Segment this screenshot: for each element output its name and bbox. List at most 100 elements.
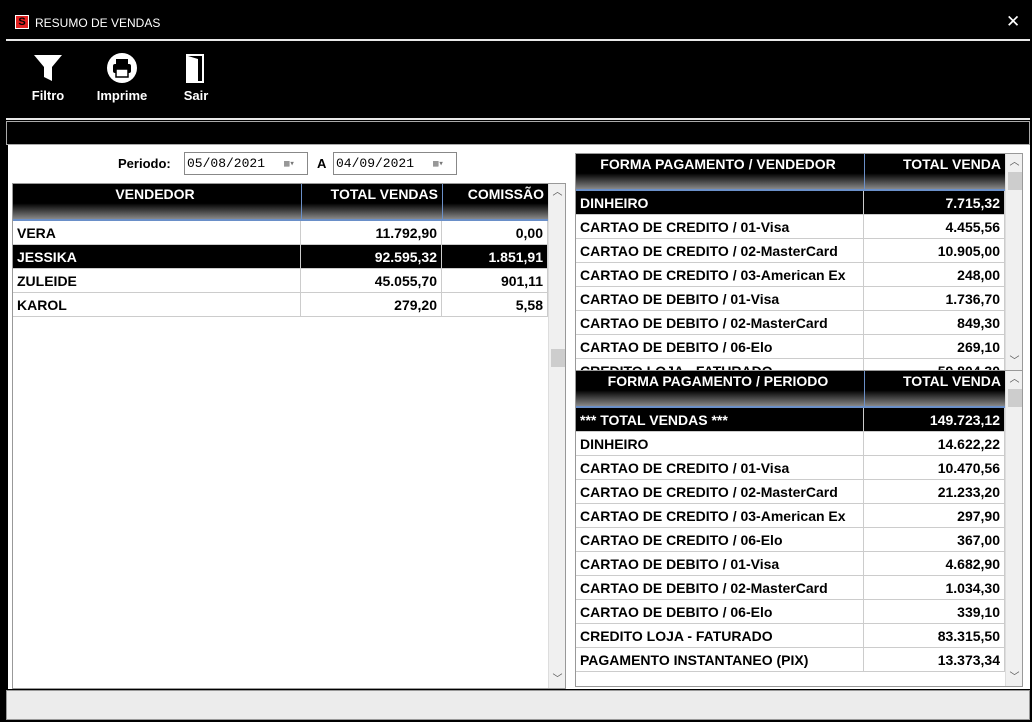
app-logo: S	[15, 15, 29, 29]
exit-door-icon	[186, 54, 204, 83]
column-header[interactable]: TOTAL VENDAS	[301, 184, 442, 221]
vertical-scrollbar[interactable]: ︿ ﹀	[548, 184, 565, 688]
filter-icon	[34, 55, 62, 81]
value-cell: 11.792,90	[301, 221, 442, 245]
status-bar	[6, 690, 1030, 720]
value-cell: 849,30	[864, 311, 1005, 335]
table-row[interactable]: DINHEIRO 14.622,22	[576, 432, 1005, 456]
table-row[interactable]: *** TOTAL VENDAS *** 149.723,12	[576, 408, 1005, 432]
table-row[interactable]: PAGAMENTO INSTANTANEO (PIX) 13.373,34	[576, 648, 1005, 672]
vertical-scrollbar[interactable]: ︿ ﹀	[1005, 154, 1022, 370]
column-header[interactable]: FORMA PAGAMENTO / PERIODO	[576, 371, 864, 408]
value-cell: 7.715,32	[864, 191, 1005, 215]
date-to-picker[interactable]: 04/09/2021 ▦▾	[333, 152, 457, 175]
name-cell: DINHEIRO	[576, 191, 864, 215]
name-cell: CARTAO DE DEBITO / 02-MasterCard	[576, 311, 864, 335]
table-row[interactable]: CARTAO DE DEBITO / 06-Elo 269,10	[576, 335, 1005, 359]
table-row[interactable]: CARTAO DE CREDITO / 02-MasterCard 21.233,…	[576, 480, 1005, 504]
scroll-up-icon[interactable]: ︿	[1006, 371, 1022, 388]
table-row[interactable]: JESSIKA 92.595,32 1.851,91	[13, 245, 548, 269]
scroll-thumb[interactable]	[551, 349, 565, 367]
vertical-scrollbar[interactable]: ︿ ﹀	[1005, 371, 1022, 686]
date-to-value: 04/09/2021	[336, 156, 415, 171]
a-label: A	[317, 156, 327, 171]
name-cell: CARTAO DE DEBITO / 01-Visa	[576, 287, 864, 311]
scroll-thumb[interactable]	[1008, 389, 1022, 407]
close-button[interactable]: ✕	[1006, 12, 1020, 32]
name-cell: CARTAO DE CREDITO / 06-Elo	[576, 528, 864, 552]
table-row[interactable]: CARTAO DE CREDITO / 01-Visa 4.455,56	[576, 215, 1005, 239]
table-row[interactable]: CARTAO DE DEBITO / 02-MasterCard 1.034,30	[576, 576, 1005, 600]
value-cell: 901,11	[442, 269, 548, 293]
table-row[interactable]: KAROL 279,20 5,58	[13, 293, 548, 317]
table-row[interactable]: ZULEIDE 45.055,70 901,11	[13, 269, 548, 293]
value-cell: 10.905,00	[864, 239, 1005, 263]
vendedores-grid[interactable]: VENDEDOR TOTAL VENDAS COMISSÃO VERA 11.792,9…	[12, 183, 566, 689]
name-cell: CARTAO DE CREDITO / 03-American Ex	[576, 504, 864, 528]
name-cell: CARTAO DE CREDITO / 01-Visa	[576, 215, 864, 239]
value-cell: 21.233,20	[864, 480, 1005, 504]
name-cell: VERA	[13, 221, 301, 245]
table-row[interactable]: CARTAO DE CREDITO / 06-Elo 367,00	[576, 528, 1005, 552]
scroll-down-icon[interactable]: ﹀	[549, 671, 565, 688]
name-cell: PAGAMENTO INSTANTANEO (PIX)	[576, 648, 864, 672]
value-cell: 1.851,91	[442, 245, 548, 269]
table-row[interactable]: CARTAO DE CREDITO / 01-Visa 10.470,56	[576, 456, 1005, 480]
calendar-dropdown-icon[interactable]: ▦▾	[433, 159, 451, 169]
value-cell: 5,58	[442, 293, 548, 317]
value-cell: 297,90	[864, 504, 1005, 528]
value-cell: 269,10	[864, 335, 1005, 359]
value-cell: 45.055,70	[301, 269, 442, 293]
value-cell: 339,10	[864, 600, 1005, 624]
sair-button[interactable]: Sair	[180, 52, 212, 103]
filtro-label: Filtro	[31, 88, 65, 103]
table-row[interactable]: CARTAO DE CREDITO / 02-MasterCard 10.905,…	[576, 239, 1005, 263]
name-cell: CARTAO DE DEBITO / 02-MasterCard	[576, 576, 864, 600]
name-cell: DINHEIRO	[576, 432, 864, 456]
value-cell: 1.736,70	[864, 287, 1005, 311]
info-bar	[6, 121, 1030, 145]
pagamento-vendedor-grid[interactable]: FORMA PAGAMENTO / VENDEDOR TOTAL VENDA DIN…	[575, 153, 1023, 371]
table-row[interactable]: CARTAO DE DEBITO / 02-MasterCard 849,30	[576, 311, 1005, 335]
name-cell: CREDITO LOJA - FATURADO	[576, 624, 864, 648]
table-row[interactable]: VERA 11.792,90 0,00	[13, 221, 548, 245]
column-header[interactable]: VENDEDOR	[13, 184, 301, 221]
column-header[interactable]: COMISSÃO	[442, 184, 548, 221]
name-cell: CARTAO DE CREDITO / 01-Visa	[576, 456, 864, 480]
column-header[interactable]: TOTAL VENDA	[864, 154, 1005, 191]
title-bar: S RESUMO DE VENDAS ✕	[0, 0, 1032, 40]
scroll-down-icon[interactable]: ﹀	[1006, 669, 1022, 686]
table-row[interactable]: DINHEIRO 7.715,32	[576, 191, 1005, 215]
imprime-button[interactable]: Imprime	[93, 52, 151, 103]
pagamento-periodo-grid[interactable]: FORMA PAGAMENTO / PERIODO TOTAL VENDA *** …	[575, 370, 1023, 687]
name-cell: CARTAO DE CREDITO / 02-MasterCard	[576, 239, 864, 263]
filtro-button[interactable]: Filtro	[30, 52, 66, 103]
date-from-picker[interactable]: 05/08/2021 ▦▾	[184, 152, 308, 175]
date-from-value: 05/08/2021	[187, 156, 266, 171]
calendar-dropdown-icon[interactable]: ▦▾	[284, 159, 302, 169]
scroll-thumb[interactable]	[1008, 172, 1022, 190]
value-cell: 149.723,12	[864, 408, 1005, 432]
table-row[interactable]: CARTAO DE DEBITO / 01-Visa 4.682,90	[576, 552, 1005, 576]
sair-label: Sair	[183, 88, 209, 103]
column-header[interactable]: TOTAL VENDA	[864, 371, 1005, 408]
scroll-up-icon[interactable]: ︿	[549, 184, 565, 201]
table-row[interactable]: CREDITO LOJA - FATURADO 83.315,50	[576, 624, 1005, 648]
value-cell: 248,00	[864, 263, 1005, 287]
scroll-up-icon[interactable]: ︿	[1006, 154, 1022, 171]
imprime-label: Imprime	[96, 88, 148, 103]
table-row[interactable]: CARTAO DE CREDITO / 03-American Ex 248,00	[576, 263, 1005, 287]
column-header[interactable]: FORMA PAGAMENTO / VENDEDOR	[576, 154, 864, 191]
name-cell: *** TOTAL VENDAS ***	[576, 408, 864, 432]
name-cell: CARTAO DE DEBITO / 06-Elo	[576, 600, 864, 624]
table-row[interactable]: CARTAO DE DEBITO / 01-Visa 1.736,70	[576, 287, 1005, 311]
table-row[interactable]: CARTAO DE CREDITO / 03-American Ex 297,90	[576, 504, 1005, 528]
scroll-down-icon[interactable]: ﹀	[1006, 353, 1022, 370]
name-cell: CARTAO DE DEBITO / 06-Elo	[576, 335, 864, 359]
value-cell: 13.373,34	[864, 648, 1005, 672]
value-cell: 367,00	[864, 528, 1005, 552]
table-row[interactable]: CARTAO DE DEBITO / 06-Elo 339,10	[576, 600, 1005, 624]
value-cell: 10.470,56	[864, 456, 1005, 480]
name-cell: CARTAO DE CREDITO / 03-American Ex	[576, 263, 864, 287]
printer-icon	[107, 53, 137, 83]
